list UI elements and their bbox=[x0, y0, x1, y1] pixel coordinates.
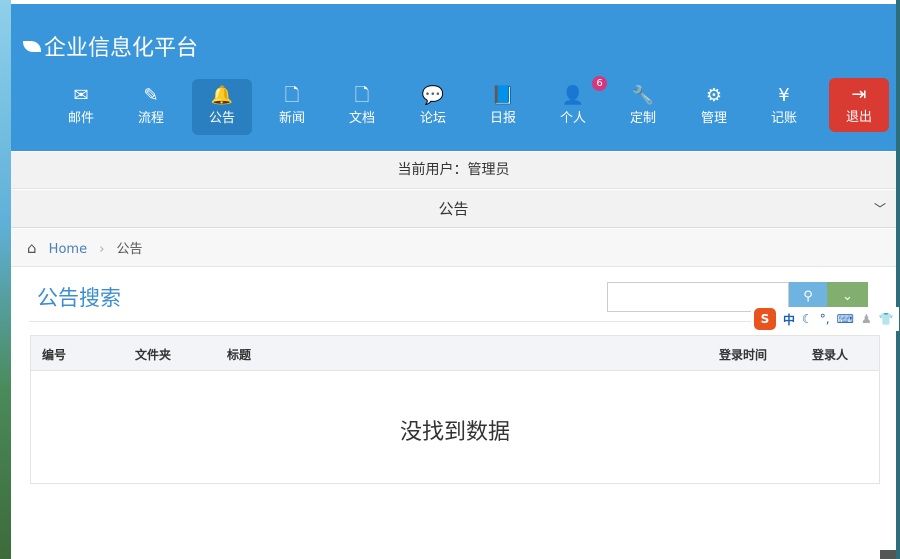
nav-label: 定制 bbox=[629, 111, 656, 126]
nav-icon: ⇥ bbox=[851, 84, 867, 105]
app-window: 企业信息化平台 ✉ 邮件 ✎ 流程 🔔 公告 🗋 新闻 🗋 文档 💬 论坛 📘 日报 👤 个人 6 🔧 定制 ⚙ 管理 ¥… bbox=[11, 0, 899, 559]
resize-handle[interactable] bbox=[880, 550, 896, 559]
user-icon[interactable]: ♟ bbox=[861, 312, 872, 326]
ime-toolbar[interactable]: S 中 ☾ °, ⌨ ♟ 👕 bbox=[751, 307, 899, 331]
nav-item-6[interactable]: 📘 日报 bbox=[473, 79, 533, 135]
nav-icon: 🗋 bbox=[284, 85, 300, 106]
brand[interactable]: 企业信息化平台 bbox=[23, 30, 198, 62]
col-id[interactable]: 编号 bbox=[42, 346, 66, 363]
col-login-user[interactable]: 登录人 bbox=[812, 346, 848, 363]
breadcrumb-current: 公告 bbox=[116, 242, 143, 257]
col-login-time[interactable]: 登录时间 bbox=[719, 346, 767, 363]
nav-item-9[interactable]: ⚙ 管理 bbox=[684, 79, 744, 135]
main-nav: ✉ 邮件 ✎ 流程 🔔 公告 🗋 新闻 🗋 文档 💬 论坛 📘 日报 👤 个人 6 🔧 定制 ⚙ 管理 ¥ 记账 ⇥ 退出 bbox=[11, 76, 896, 135]
nav-label: 退出 bbox=[845, 110, 872, 125]
nav-label: 日报 bbox=[489, 111, 516, 126]
nav-item-11[interactable]: ⇥ 退出 bbox=[829, 78, 889, 132]
breadcrumb-home[interactable]: Home bbox=[49, 242, 87, 257]
col-title[interactable]: 标题 bbox=[227, 346, 251, 363]
nav-label: 管理 bbox=[700, 111, 727, 126]
nav-item-7[interactable]: 👤 个人 6 bbox=[543, 76, 607, 135]
nav-label: 记账 bbox=[770, 111, 797, 126]
nav-item-0[interactable]: ✉ 邮件 bbox=[51, 79, 111, 135]
punctuation-icon[interactable]: °, bbox=[820, 312, 830, 326]
col-folder[interactable]: 文件夹 bbox=[135, 346, 171, 363]
chevron-down-icon[interactable]: ﹀ bbox=[874, 190, 886, 228]
breadcrumb: ⌂ Home › 公告 bbox=[11, 229, 896, 267]
nav-icon: ¥ bbox=[778, 85, 790, 106]
header: 企业信息化平台 ✉ 邮件 ✎ 流程 🔔 公告 🗋 新闻 🗋 文档 💬 论坛 📘 日报 👤 个人 6 🔧 定制 ⚙ 管理 ¥… bbox=[11, 4, 896, 151]
nav-label: 文档 bbox=[348, 111, 375, 126]
nav-icon: 🗋 bbox=[354, 85, 370, 106]
section-accordion[interactable]: 公告 ﹀ bbox=[11, 190, 896, 228]
ime-mode[interactable]: 中 bbox=[783, 311, 795, 328]
breadcrumb-separator: › bbox=[99, 242, 105, 257]
nav-icon: 💬 bbox=[421, 85, 445, 106]
nav-label: 论坛 bbox=[419, 111, 446, 126]
nav-icon: 🔧 bbox=[631, 85, 655, 106]
nav-item-8[interactable]: 🔧 定制 bbox=[613, 79, 673, 135]
current-user-bar: 当前用户：管理员 bbox=[11, 152, 896, 189]
home-icon: ⌂ bbox=[27, 239, 37, 257]
nav-item-5[interactable]: 💬 论坛 bbox=[403, 79, 463, 135]
nav-item-1[interactable]: ✎ 流程 bbox=[121, 79, 181, 135]
moon-icon[interactable]: ☾ bbox=[802, 312, 813, 326]
nav-icon: 🔔 bbox=[210, 85, 234, 106]
empty-message: 没找到数据 bbox=[399, 420, 510, 445]
nav-icon: ⚙ bbox=[705, 85, 723, 106]
nav-item-3[interactable]: 🗋 新闻 bbox=[262, 79, 322, 135]
results-table: 编号 文件夹 标题 登录时间 登录人 没找到数据 bbox=[30, 335, 880, 484]
search-icon: ⚲ bbox=[803, 289, 813, 304]
nav-icon: 📘 bbox=[491, 85, 515, 106]
leaf-icon bbox=[23, 40, 41, 52]
skin-icon[interactable]: 👕 bbox=[879, 312, 894, 326]
keyboard-icon[interactable]: ⌨ bbox=[837, 312, 854, 326]
accordion-label: 公告 bbox=[438, 200, 469, 218]
window-border bbox=[896, 0, 900, 559]
nav-item-2[interactable]: 🔔 公告 bbox=[192, 79, 252, 135]
nav-label: 邮件 bbox=[67, 111, 94, 126]
nav-label: 公告 bbox=[208, 111, 235, 126]
nav-label: 个人 bbox=[559, 111, 586, 126]
brand-title: 企业信息化平台 bbox=[44, 36, 199, 61]
table-header: 编号 文件夹 标题 登录时间 登录人 bbox=[31, 336, 879, 371]
current-user-text: 当前用户：管理员 bbox=[397, 162, 510, 178]
sogou-logo-icon: S bbox=[754, 308, 776, 330]
notification-badge: 6 bbox=[592, 76, 607, 91]
nav-item-4[interactable]: 🗋 文档 bbox=[332, 79, 392, 135]
nav-label: 流程 bbox=[137, 111, 164, 126]
page-title: 公告搜索 bbox=[37, 286, 121, 310]
nav-label: 新闻 bbox=[278, 111, 305, 126]
nav-icon: ✎ bbox=[143, 85, 159, 106]
nav-icon: ✉ bbox=[73, 85, 89, 106]
desktop-background bbox=[0, 0, 11, 559]
chevron-down-icon: ⌄ bbox=[842, 289, 853, 304]
nav-item-10[interactable]: ¥ 记账 bbox=[754, 79, 814, 135]
